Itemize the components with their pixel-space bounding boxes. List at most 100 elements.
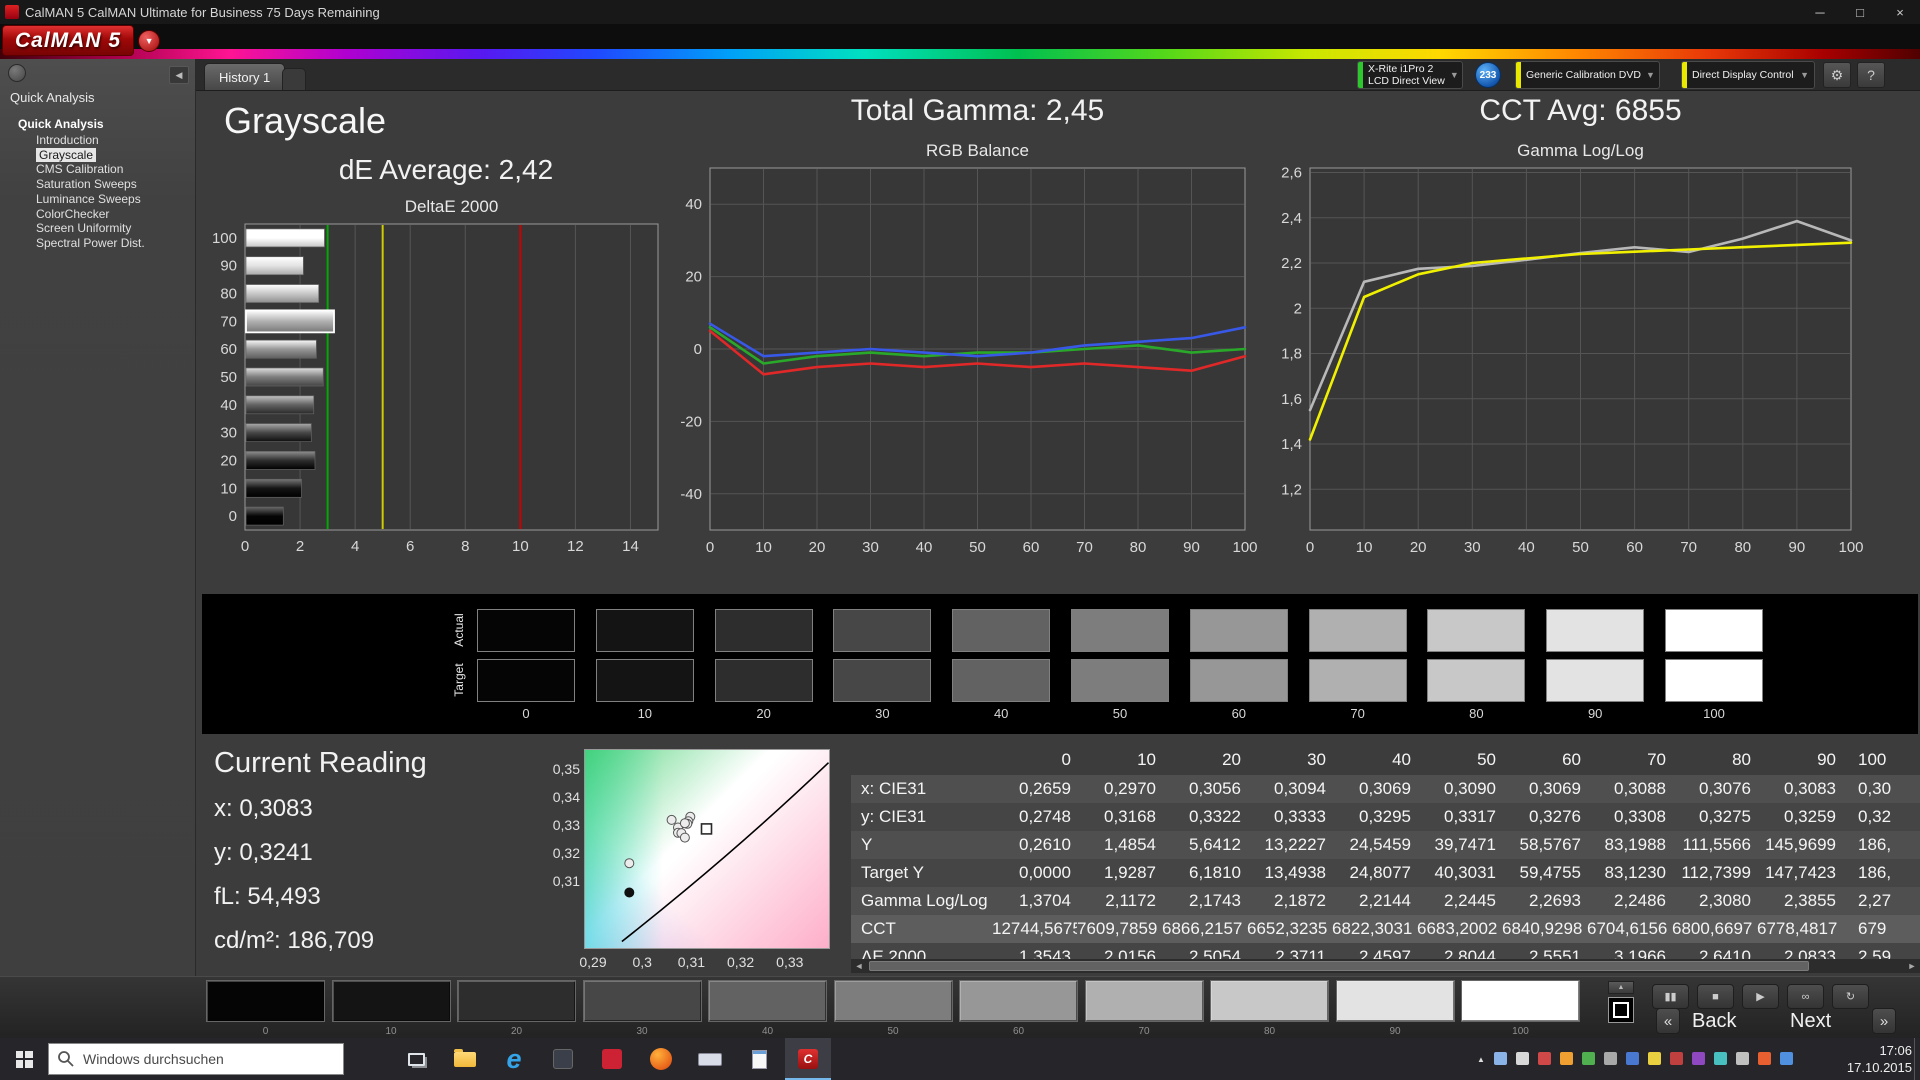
tray-icon-9[interactable]	[1670, 1052, 1683, 1065]
swatch-level-label: 40	[952, 706, 1050, 721]
tree-root-quick-analysis[interactable]: Quick Analysis	[0, 115, 195, 133]
tray-expand-chevron[interactable]: ▲	[1472, 1038, 1490, 1080]
svg-text:80: 80	[220, 286, 237, 303]
meter-selector[interactable]: X-Rite i1Pro 2 LCD Direct View ▼	[1357, 61, 1463, 89]
table-cell: 2,2144	[1332, 887, 1417, 915]
sidebar-item-screen-uniformity[interactable]: Screen Uniformity	[0, 221, 195, 236]
table-col-header: 80	[1672, 745, 1757, 775]
pattern-swatch-70[interactable]	[1085, 980, 1204, 1022]
tray-icon-12[interactable]	[1736, 1052, 1749, 1065]
svg-text:1,2: 1,2	[1281, 481, 1302, 498]
tray-icon-4[interactable]	[1560, 1052, 1573, 1065]
swatch-actual-80	[1427, 609, 1525, 652]
back-button[interactable]: Back	[1692, 1008, 1736, 1034]
pattern-swatch-label: 30	[583, 1026, 702, 1037]
swatch-actual-70	[1309, 609, 1407, 652]
tab-history-1[interactable]: History 1	[204, 63, 285, 90]
start-button[interactable]	[0, 1038, 48, 1080]
tray-icon-7[interactable]	[1626, 1052, 1639, 1065]
notepad-icon[interactable]	[736, 1038, 782, 1080]
maximize-button[interactable]: □	[1840, 0, 1880, 24]
close-button[interactable]: ×	[1880, 0, 1920, 24]
minimize-button[interactable]: ─	[1800, 0, 1840, 24]
media-app-icon[interactable]	[540, 1038, 586, 1080]
tray-icon-2[interactable]	[1516, 1052, 1529, 1065]
sidebar-menu-button[interactable]	[8, 64, 26, 82]
tray-icon-11[interactable]	[1714, 1052, 1727, 1065]
scroll-right-button[interactable]: ►	[1904, 961, 1920, 971]
edge-icon[interactable]: e	[491, 1038, 537, 1080]
pattern-swatch-0[interactable]	[206, 980, 325, 1022]
display-control-selector[interactable]: Direct Display Control ▼	[1681, 61, 1815, 89]
scroll-left-button[interactable]: ◄	[851, 961, 867, 971]
table-cell: 2,1743	[1162, 887, 1247, 915]
sidebar-item-colorchecker[interactable]: ColorChecker	[0, 207, 195, 222]
actual-row-label: Actual	[452, 608, 468, 652]
sidebar-item-introduction[interactable]: Introduction	[0, 133, 195, 148]
sidebar-item-spectral-power-dist-[interactable]: Spectral Power Dist.	[0, 236, 195, 251]
tray-icon-14[interactable]	[1780, 1052, 1793, 1065]
pattern-swatch-50[interactable]	[834, 980, 953, 1022]
tray-icon-3[interactable]	[1538, 1052, 1551, 1065]
tray-icon-1[interactable]	[1494, 1052, 1507, 1065]
sidebar-item-grayscale[interactable]: Grayscale	[0, 148, 195, 163]
pattern-swatch-60[interactable]	[959, 980, 1078, 1022]
pattern-swatch-40[interactable]	[708, 980, 827, 1022]
taskbar-clock[interactable]: 17:06 17.10.2015	[1832, 1042, 1912, 1076]
pattern-swatch-10[interactable]	[332, 980, 451, 1022]
play-button[interactable]: ▶	[1742, 984, 1779, 1009]
sidebar-item-label: Grayscale	[36, 148, 96, 162]
firefox-icon[interactable]	[638, 1038, 684, 1080]
pattern-up-button[interactable]: ▲	[1608, 981, 1634, 994]
table-cell: 0,32	[1842, 803, 1920, 831]
tray-icon-6[interactable]	[1604, 1052, 1617, 1065]
taskbar-search-input[interactable]: Windows durchsuchen	[48, 1043, 344, 1075]
new-tab-button[interactable]	[282, 68, 306, 90]
table-cell: 2,5551	[1502, 943, 1587, 959]
pattern-swatch-30[interactable]	[583, 980, 702, 1022]
keyboard-app-icon[interactable]	[687, 1038, 733, 1080]
pattern-swatch-100[interactable]	[1461, 980, 1580, 1022]
tray-icon-10[interactable]	[1692, 1052, 1705, 1065]
pattern-swatch-90[interactable]	[1336, 980, 1455, 1022]
file-explorer-icon[interactable]	[442, 1038, 488, 1080]
loop-button[interactable]: ∞	[1787, 984, 1824, 1009]
source-selector[interactable]: Generic Calibration DVD ▼	[1515, 61, 1660, 89]
pattern-swatch-80[interactable]	[1210, 980, 1329, 1022]
back-chevron-button[interactable]: «	[1656, 1008, 1680, 1034]
calman-taskbar-icon[interactable]: C	[785, 1038, 831, 1080]
tab-bar: History 1 X-Rite i1Pro 2 LCD Direct View…	[196, 59, 1920, 91]
table-cell: 2,3711	[1247, 943, 1332, 959]
table-cell: 24,8077	[1332, 859, 1417, 887]
next-button[interactable]: Next	[1790, 1008, 1831, 1034]
next-chevron-button[interactable]: »	[1872, 1008, 1896, 1034]
sidebar-item-cms-calibration[interactable]: CMS Calibration	[0, 162, 195, 177]
tray-icon-8[interactable]	[1648, 1052, 1661, 1065]
sidebar-item-luminance-sweeps[interactable]: Luminance Sweeps	[0, 192, 195, 207]
tray-icon-5[interactable]	[1582, 1052, 1595, 1065]
pattern-window-button[interactable]	[1608, 997, 1634, 1023]
tray-icon-13[interactable]	[1758, 1052, 1771, 1065]
cie-x-tick: 0,31	[671, 954, 711, 970]
logo-menu-button[interactable]: ▼	[138, 30, 160, 52]
table-scrollbar[interactable]: ◄ ►	[851, 959, 1920, 973]
sidebar-collapse-button[interactable]: ◀	[169, 66, 189, 84]
help-button[interactable]: ?	[1857, 62, 1885, 88]
swatch-target-30	[833, 659, 931, 702]
calman-logo[interactable]: CalMAN 5 ▼	[2, 25, 160, 56]
red-app-icon[interactable]	[589, 1038, 635, 1080]
svg-text:6: 6	[406, 538, 414, 555]
stop-button[interactable]: ■	[1697, 984, 1734, 1009]
show-desktop-button[interactable]	[1914, 1038, 1920, 1080]
svg-text:40: 40	[220, 397, 237, 414]
cie-y-tick: 0,32	[542, 845, 580, 861]
task-view-button[interactable]	[393, 1038, 439, 1080]
pattern-swatch-20[interactable]	[457, 980, 576, 1022]
meter-count-badge[interactable]: 233	[1475, 62, 1501, 88]
refresh-button[interactable]: ↻	[1832, 984, 1869, 1009]
settings-gear-button[interactable]: ⚙	[1823, 62, 1851, 88]
scrollbar-thumb[interactable]	[869, 961, 1809, 971]
pause-button[interactable]: ▮▮	[1652, 984, 1689, 1009]
swatch-level-label: 100	[1665, 706, 1763, 721]
sidebar-item-saturation-sweeps[interactable]: Saturation Sweeps	[0, 177, 195, 192]
